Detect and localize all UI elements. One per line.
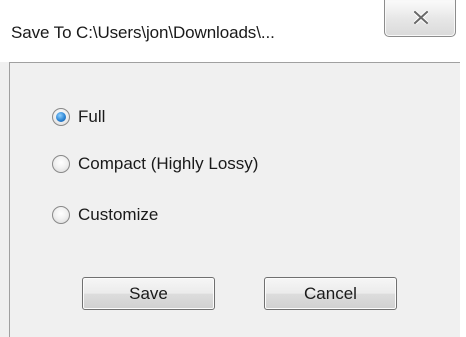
radio-compact[interactable] [52,155,70,173]
option-customize[interactable]: Customize [52,204,158,226]
close-button[interactable] [384,0,456,37]
option-compact[interactable]: Compact (Highly Lossy) [52,153,258,175]
option-customize-label: Customize [78,205,159,224]
title-bar: Save To C:\Users\jon\Downloads\... [0,0,466,62]
close-icon [414,11,428,24]
save-dialog: Save To C:\Users\jon\Downloads\... Full … [0,0,466,337]
window-title: Save To C:\Users\jon\Downloads\... [11,23,275,42]
option-full-label: Full [78,107,106,126]
cancel-button[interactable]: Cancel [264,277,397,310]
dialog-body: Full Compact (Highly Lossy) Customize Sa… [9,62,460,337]
option-compact-label: Compact (Highly Lossy) [78,154,259,173]
window-edge [460,62,466,337]
save-button[interactable]: Save [82,277,215,310]
radio-customize[interactable] [52,206,70,224]
option-full[interactable]: Full [52,106,105,128]
radio-full[interactable] [52,108,70,126]
